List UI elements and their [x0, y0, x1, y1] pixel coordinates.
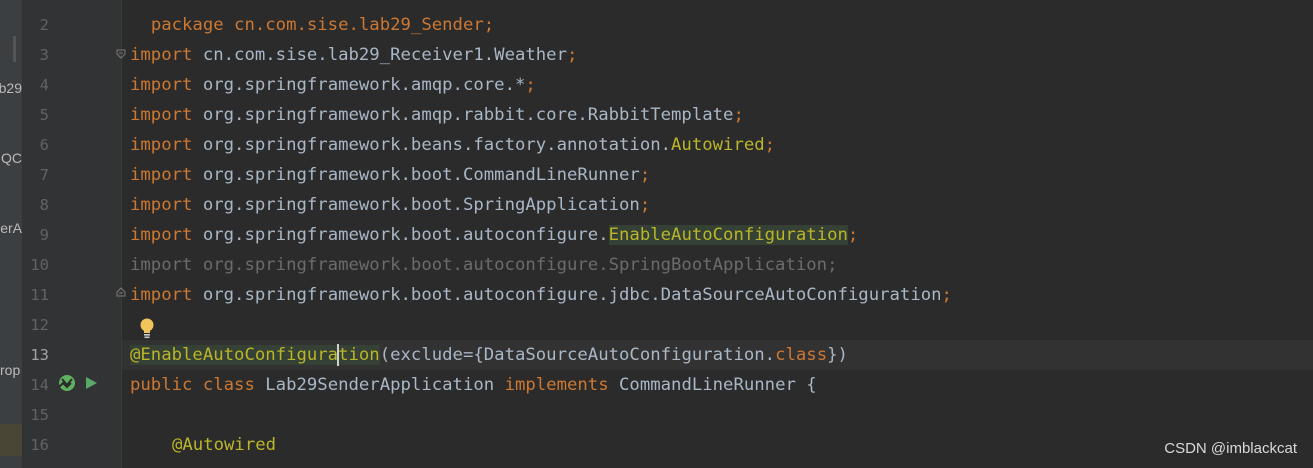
import-path: org.springframework.boot.autoconfigure.j… — [192, 285, 942, 305]
keyword: import — [130, 195, 193, 215]
keyword: import — [130, 135, 193, 155]
code-line-package[interactable]: package cn.com.sise.lab29_Sender; — [130, 0, 494, 40]
code-line[interactable]: import cn.com.sise.lab29_Receiver1.Weath… — [130, 40, 577, 70]
keyword: import — [130, 225, 193, 245]
code-line-current[interactable]: @EnableAutoConfiguration(exclude={DataSo… — [130, 340, 848, 370]
annotation-name: Autowired — [671, 135, 765, 155]
annotation-args: (exclude={DataSourceAutoConfiguration. — [379, 345, 776, 365]
line-number: 9 — [39, 226, 49, 244]
code-line[interactable]: import org.springframework.boot.SpringAp… — [130, 190, 650, 220]
semicolon: ; — [733, 105, 744, 125]
line-number: 4 — [39, 76, 49, 94]
import-path: org.springframework.boot.autoconfigure. — [192, 225, 609, 245]
keyword: import — [130, 105, 193, 125]
code-line[interactable]: import org.springframework.beans.factory… — [130, 130, 775, 160]
code-line-unused-import[interactable]: import org.springframework.boot.autoconf… — [130, 250, 838, 280]
project-item-label[interactable]: rop — [0, 362, 22, 378]
code-line[interactable]: import org.springframework.boot.autoconf… — [130, 220, 858, 250]
import-path: org.springframework.amqp.rabbit.core.Rab… — [192, 105, 734, 125]
class-name: Lab29SenderApplication — [254, 375, 505, 395]
import-path: org.springframework.beans.factory.annota… — [192, 135, 672, 155]
annotation-part: tion — [338, 345, 380, 365]
code-text: package cn.com.sise.lab29_Sender; — [150, 15, 495, 35]
line-number: 12 — [30, 316, 49, 334]
line-number: 3 — [39, 46, 49, 64]
semicolon: ; — [639, 195, 651, 215]
line-number: 16 — [30, 436, 49, 454]
implement-gutter-icon — [58, 375, 75, 391]
semicolon: ; — [941, 285, 952, 305]
semicolon: ; — [639, 165, 651, 185]
line-number: 2 — [39, 16, 49, 34]
keyword: implements — [504, 375, 609, 395]
code-line[interactable]: import org.springframework.boot.autoconf… — [130, 280, 952, 310]
project-item-label[interactable]: b29 — [0, 80, 22, 96]
fold-icon[interactable] — [116, 49, 126, 59]
keyword: import — [130, 285, 193, 305]
project-panel-edge: b29 MQC lerA rop — [0, 0, 22, 468]
annotation-part: @EnableAutoConfigura — [130, 345, 339, 365]
code-line[interactable]: public class Lab29SenderApplication impl… — [130, 370, 817, 400]
project-item-label[interactable]: MQC — [0, 150, 22, 166]
code-line[interactable]: import org.springframework.amqp.rabbit.c… — [130, 100, 744, 130]
line-number-current: 13 — [30, 346, 49, 364]
scroll-marker — [13, 36, 16, 62]
import-path: cn.com.sise.lab29_Receiver1.Weather — [192, 45, 567, 65]
annotation-usage: @EnableAutoConfiguration — [130, 344, 380, 366]
line-number: 5 — [39, 106, 49, 124]
annotation: @Autowired — [172, 435, 277, 455]
line-number: 7 — [39, 166, 49, 184]
import-path: org.springframework.boot.SpringApplicati… — [192, 195, 640, 215]
annotation-args-end: }) — [827, 345, 848, 365]
keyword: import — [130, 165, 193, 185]
semicolon: ; — [525, 75, 536, 95]
import-path: org.springframework.amqp.core.* — [192, 75, 526, 95]
line-number: 6 — [39, 136, 49, 154]
line-number: 11 — [30, 286, 49, 304]
line-number: 10 — [30, 256, 49, 274]
code-line[interactable]: import org.springframework.boot.CommandL… — [130, 160, 650, 190]
class-decl-rest: CommandLineRunner { — [608, 375, 817, 395]
semicolon: ; — [764, 135, 776, 155]
project-selected-item[interactable] — [0, 424, 22, 456]
import-path: org.springframework.boot.CommandLineRunn… — [192, 165, 640, 185]
project-item-label[interactable]: lerA — [0, 220, 22, 236]
annotation-name-highlighted: EnableAutoConfiguration — [608, 225, 848, 245]
fold-icon[interactable] — [116, 287, 126, 297]
keyword: import — [130, 75, 193, 95]
run-gutter-icon[interactable] — [56, 372, 102, 394]
watermark: CSDN @imblackcat — [1164, 440, 1297, 457]
unused-import-text: import org.springframework.boot.autoconf… — [130, 255, 838, 275]
code-line[interactable]: @Autowired — [172, 430, 276, 460]
semicolon: ; — [567, 45, 578, 65]
line-number: 14 — [30, 376, 49, 394]
line-number: 15 — [30, 406, 49, 424]
keyword: import — [130, 45, 193, 65]
keyword: public class — [130, 375, 255, 395]
code-line[interactable]: import org.springframework.amqp.core.*; — [130, 70, 536, 100]
bulb-icon[interactable] — [138, 317, 156, 339]
keyword: class — [775, 345, 828, 365]
line-number: 8 — [39, 196, 49, 214]
semicolon: ; — [847, 225, 859, 245]
